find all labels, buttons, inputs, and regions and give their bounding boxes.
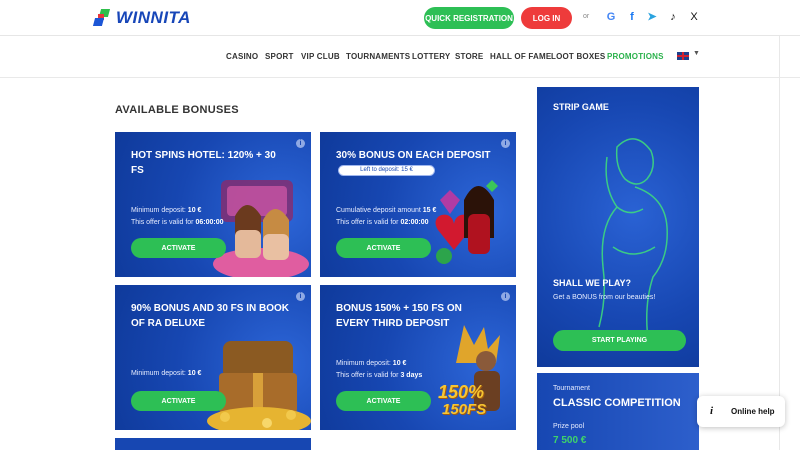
activate-button[interactable]: ACTIVATE bbox=[131, 391, 226, 411]
scrollbar-track[interactable] bbox=[779, 36, 780, 450]
activate-button[interactable]: ACTIVATE bbox=[131, 238, 226, 258]
nav-item-tournaments[interactable]: TOURNAMENTS bbox=[346, 52, 410, 61]
bonus-detail: This offer is valid for 02:00:00 bbox=[336, 219, 428, 226]
bonus-card: BONUS 150% + 150 FS ON EVERY THIRD DEPOS… bbox=[320, 285, 516, 430]
promo-art-fs: 150FS bbox=[442, 401, 487, 418]
nav-item-sport[interactable]: SPORT bbox=[265, 52, 294, 61]
logo[interactable]: WINNITA bbox=[92, 8, 191, 28]
bonus-detail: This offer is valid for 06:00:00 bbox=[131, 219, 223, 226]
logo-mark-icon bbox=[92, 9, 112, 27]
bonus-card: 30% BONUS ON EACH DEPOSIT i Left to depo… bbox=[320, 132, 516, 277]
bonus-card-title: HOT SPINS HOTEL: 120% + 30 FS bbox=[131, 150, 276, 176]
nav-item-loot-boxes[interactable]: LOOT BOXES bbox=[551, 52, 605, 61]
detail-label: Minimum deposit: bbox=[131, 207, 188, 214]
info-icon[interactable]: i bbox=[296, 292, 305, 301]
strip-game-subtitle: Get a BONUS from our beauties! bbox=[553, 294, 656, 301]
detail-value: 06:00:00 bbox=[195, 219, 224, 226]
bonus-detail: Minimum deposit: 10 € bbox=[131, 207, 201, 214]
telegram-icon[interactable]: ➤ bbox=[646, 11, 658, 23]
tiktok-icon[interactable]: ♪ bbox=[667, 11, 679, 23]
strip-game-question: SHALL WE PLAY? bbox=[553, 278, 632, 288]
language-caret-icon[interactable]: ▼ bbox=[693, 50, 700, 57]
detail-value: 10 € bbox=[392, 360, 407, 367]
tournament-title: CLASSIC COMPETITION bbox=[553, 397, 681, 409]
bonus-card-partial bbox=[115, 438, 311, 450]
detail-label: Minimum deposit: bbox=[131, 370, 188, 377]
prize-pool-label: Prize pool bbox=[553, 423, 585, 430]
logo-text: WINNITA bbox=[116, 8, 191, 27]
strip-game-banner[interactable]: STRIP GAME SHALL WE PLAY? Get a BONUS fr… bbox=[537, 87, 699, 367]
tournament-label: Tournament bbox=[553, 385, 590, 392]
uk-flag-icon[interactable] bbox=[677, 52, 689, 60]
google-icon[interactable]: G bbox=[605, 11, 617, 23]
nav-item-casino[interactable]: CASINO bbox=[226, 52, 258, 61]
nav-item-lottery[interactable]: LOTTERY bbox=[412, 52, 450, 61]
nav-item-promotions[interactable]: PROMOTIONS bbox=[607, 52, 664, 61]
promo-art-text: 150% 150FS bbox=[438, 383, 486, 419]
x-twitter-icon[interactable]: X bbox=[688, 11, 700, 23]
detail-value: 15 € bbox=[422, 207, 437, 214]
neon-girl-illustration bbox=[598, 138, 668, 348]
nav-item-vip-club[interactable]: VIP CLUB bbox=[301, 52, 340, 61]
bonus-detail: Minimum deposit: 10 € bbox=[336, 360, 406, 367]
info-icon[interactable]: i bbox=[296, 139, 305, 148]
online-help-button[interactable]: i Online help bbox=[697, 396, 785, 427]
login-button[interactable]: LOG IN bbox=[521, 7, 572, 29]
detail-value: 3 days bbox=[400, 372, 423, 379]
info-icon[interactable]: i bbox=[501, 139, 510, 148]
main-nav: CASINO SPORT VIP CLUB TOURNAMENTS LOTTER… bbox=[0, 36, 800, 78]
promo-art-percent: 150% bbox=[438, 382, 485, 402]
detail-label: This offer is valid for bbox=[131, 219, 196, 226]
activate-button[interactable]: ACTIVATE bbox=[336, 238, 431, 258]
strip-game-title: STRIP GAME bbox=[553, 102, 609, 112]
tournament-banner[interactable]: Tournament CLASSIC COMPETITION Prize poo… bbox=[537, 373, 699, 450]
quick-registration-button[interactable]: QUICK REGISTRATION bbox=[424, 7, 514, 29]
detail-label: This offer is valid for bbox=[336, 372, 401, 379]
queen-of-hearts-illustration bbox=[435, 180, 498, 264]
section-title: AVAILABLE BONUSES bbox=[115, 104, 239, 116]
bonus-card: 90% BONUS AND 30 FS IN BOOK OF RA DELUXE… bbox=[115, 285, 311, 430]
bonus-detail: This offer is valid for 3 days bbox=[336, 372, 422, 379]
detail-label: Cumulative deposit amount bbox=[336, 207, 423, 214]
bonus-card-title: 90% BONUS AND 30 FS IN BOOK OF RA DELUXE bbox=[131, 303, 289, 329]
detail-label: Minimum deposit: bbox=[336, 360, 393, 367]
nav-item-store[interactable]: STORE bbox=[455, 52, 483, 61]
info-icon[interactable]: i bbox=[501, 292, 510, 301]
detail-value: 02:00:00 bbox=[400, 219, 429, 226]
facebook-icon[interactable]: f bbox=[626, 11, 638, 23]
bonus-card-title: 30% BONUS ON EACH DEPOSIT bbox=[336, 150, 491, 161]
top-bar: WINNITA QUICK REGISTRATION LOG IN or G f… bbox=[0, 0, 800, 36]
activate-button[interactable]: ACTIVATE bbox=[336, 391, 431, 411]
or-separator: or bbox=[583, 13, 590, 20]
nav-item-hall-of-fame[interactable]: HALL OF FAME bbox=[490, 52, 551, 61]
detail-label: This offer is valid for bbox=[336, 219, 401, 226]
bonus-detail: Minimum deposit: 10 € bbox=[131, 370, 201, 377]
start-playing-button[interactable]: START PLAYING bbox=[553, 330, 686, 351]
bonus-detail: Cumulative deposit amount 15 € bbox=[336, 207, 436, 214]
detail-value: 10 € bbox=[187, 207, 202, 214]
info-icon: i bbox=[710, 405, 714, 417]
online-help-label: Online help bbox=[731, 407, 775, 416]
bonus-card: HOT SPINS HOTEL: 120% + 30 FS i Minimum … bbox=[115, 132, 311, 277]
bonus-card-title: BONUS 150% + 150 FS ON EVERY THIRD DEPOS… bbox=[336, 303, 462, 329]
prize-pool-value: 7 500 € bbox=[553, 435, 587, 446]
detail-value: 10 € bbox=[187, 370, 202, 377]
treasure-chest-illustration bbox=[207, 341, 311, 430]
left-to-deposit-badge: Left to deposit: 15 € bbox=[338, 165, 435, 176]
